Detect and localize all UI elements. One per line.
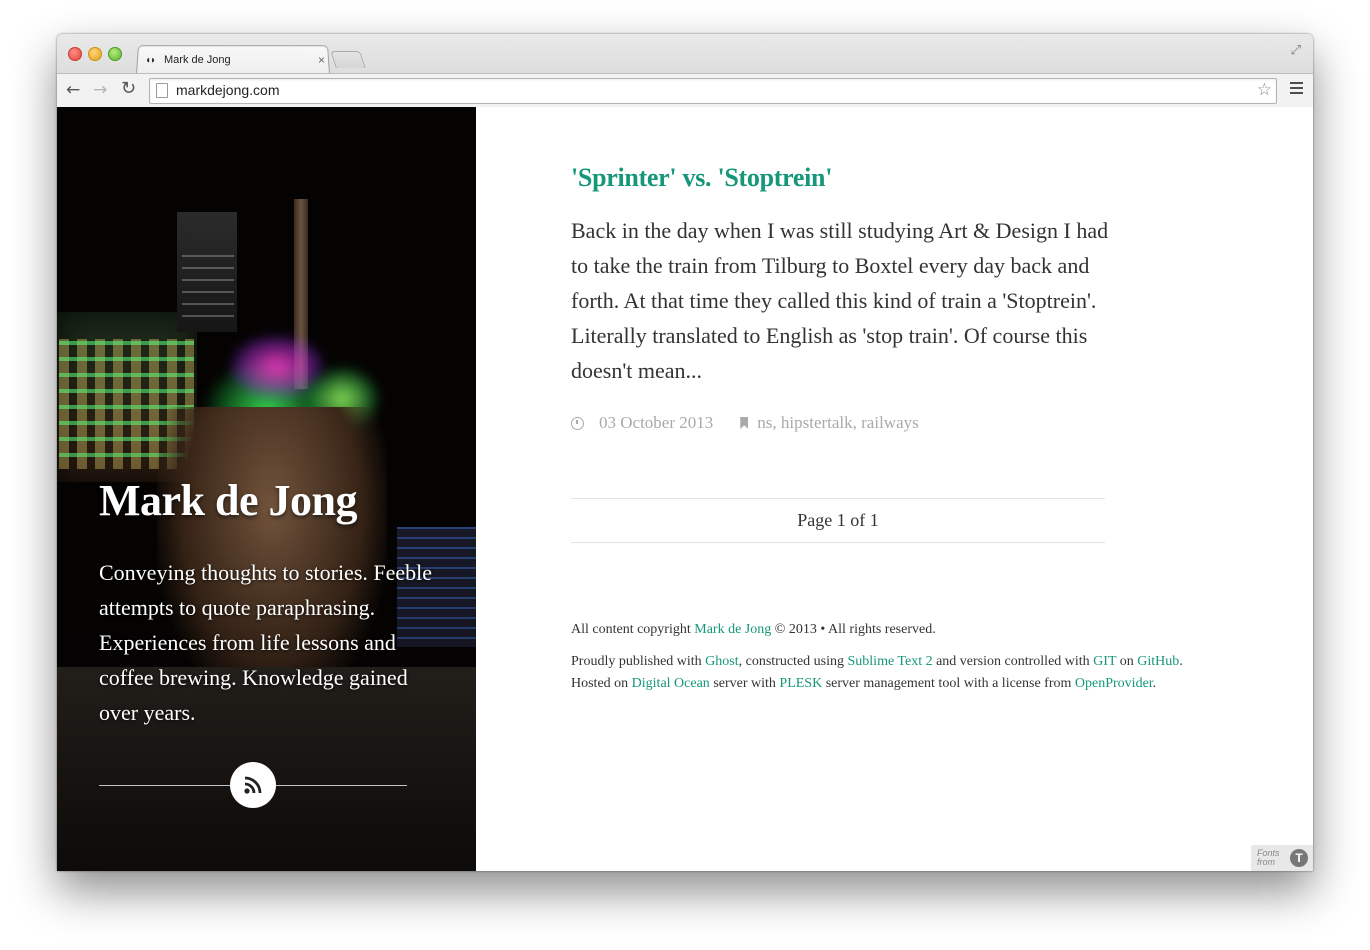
sublime-link[interactable]: Sublime Text 2 xyxy=(848,654,933,669)
tab-close-icon[interactable]: × xyxy=(318,53,325,67)
pagination: Page 1 of 1 xyxy=(571,498,1105,543)
credits-text-1: Proudly published with xyxy=(571,654,706,669)
browser-tab[interactable]: ◖◗ Mark de Jong × xyxy=(145,49,327,71)
post-tags[interactable]: ns, hipstertalk, railways xyxy=(757,413,918,433)
hosting-text-4: . xyxy=(1152,676,1157,691)
plesk-link[interactable]: PLESK xyxy=(779,676,822,691)
credits-text-2: , constructed using xyxy=(738,654,848,669)
credits-line: Proudly published with Ghost, constructe… xyxy=(571,651,1231,673)
browser-toolbar: ← → ↻ markdejong.com ☆ xyxy=(57,73,1313,108)
site-footer: All content copyright Mark de Jong © 201… xyxy=(571,619,1231,695)
hosting-text-1: Hosted on xyxy=(571,676,632,691)
sidebar-cover: Mark de Jong Conveying thoughts to stori… xyxy=(57,107,476,871)
rss-button[interactable] xyxy=(230,762,276,808)
credits-text-3: and version controlled with xyxy=(932,654,1094,669)
hosting-text-2: server with xyxy=(709,676,780,691)
post-date: 03 October 2013 xyxy=(599,413,714,432)
new-tab-button[interactable] xyxy=(330,51,366,68)
post-meta: 03 October 2013 ns, hipstertalk, railway… xyxy=(571,413,919,433)
digitalocean-link[interactable]: Digital Ocean xyxy=(632,676,710,691)
zoom-window-button[interactable] xyxy=(108,47,122,61)
hosting-line: Hosted on Digital Ocean server with PLES… xyxy=(571,673,1231,695)
copyright-prefix: All content copyright xyxy=(571,622,695,637)
address-bar[interactable]: markdejong.com ☆ xyxy=(149,78,1277,104)
close-window-button[interactable] xyxy=(68,47,82,61)
minimize-window-button[interactable] xyxy=(88,47,102,61)
star-icon[interactable]: ☆ xyxy=(1257,80,1272,100)
fonts-badge-line2: from xyxy=(1257,857,1275,867)
forward-arrow-icon[interactable]: → xyxy=(93,80,107,100)
blog-description: Conveying thoughts to stories. Feeble at… xyxy=(99,560,433,725)
favicon-icon: ◖◗ xyxy=(145,54,156,66)
tab-title: Mark de Jong xyxy=(164,54,231,66)
clock-icon xyxy=(571,416,584,430)
page-icon xyxy=(156,83,168,98)
fonts-badge[interactable]: Fonts from T xyxy=(1251,845,1313,871)
menu-icon[interactable] xyxy=(1290,82,1303,97)
back-arrow-icon[interactable]: ← xyxy=(66,80,80,100)
url-text[interactable]: markdejong.com xyxy=(176,82,280,98)
credits-text-5: . xyxy=(1179,654,1183,669)
tag-icon xyxy=(740,417,749,429)
copyright-author-link[interactable]: Mark de Jong xyxy=(694,622,771,637)
blog-title[interactable]: Mark de Jong xyxy=(99,475,358,526)
reload-icon[interactable]: ↻ xyxy=(121,78,136,99)
git-link[interactable]: GIT xyxy=(1093,654,1116,669)
rss-icon xyxy=(244,776,262,794)
page-viewport: Mark de Jong Conveying thoughts to stori… xyxy=(57,107,1313,871)
browser-chrome: ◖◗ Mark de Jong × ⤢ ← → ↻ markdejong.com… xyxy=(57,34,1313,108)
hosting-text-3: server management tool with a license fr… xyxy=(822,676,1075,691)
fullscreen-icon[interactable]: ⤢ xyxy=(1291,42,1301,58)
copyright-suffix: © 2013 • All rights reserved. xyxy=(771,622,936,637)
copyright-line: All content copyright Mark de Jong © 201… xyxy=(571,619,1231,641)
post-excerpt: Back in the day when I was still studyin… xyxy=(571,218,1109,383)
github-link[interactable]: GitHub xyxy=(1137,654,1179,669)
browser-window: ◖◗ Mark de Jong × ⤢ ← → ↻ markdejong.com… xyxy=(57,34,1313,871)
fonts-logo-icon: T xyxy=(1290,849,1308,867)
page-number: Page 1 of 1 xyxy=(797,510,879,530)
credits-text-4: on xyxy=(1116,654,1138,669)
ghost-link[interactable]: Ghost xyxy=(705,654,738,669)
openprovider-link[interactable]: OpenProvider xyxy=(1075,676,1153,691)
post-title-link[interactable]: 'Sprinter' vs. 'Stoptrein' xyxy=(571,163,832,193)
fonts-badge-text: Fonts from xyxy=(1257,849,1280,867)
